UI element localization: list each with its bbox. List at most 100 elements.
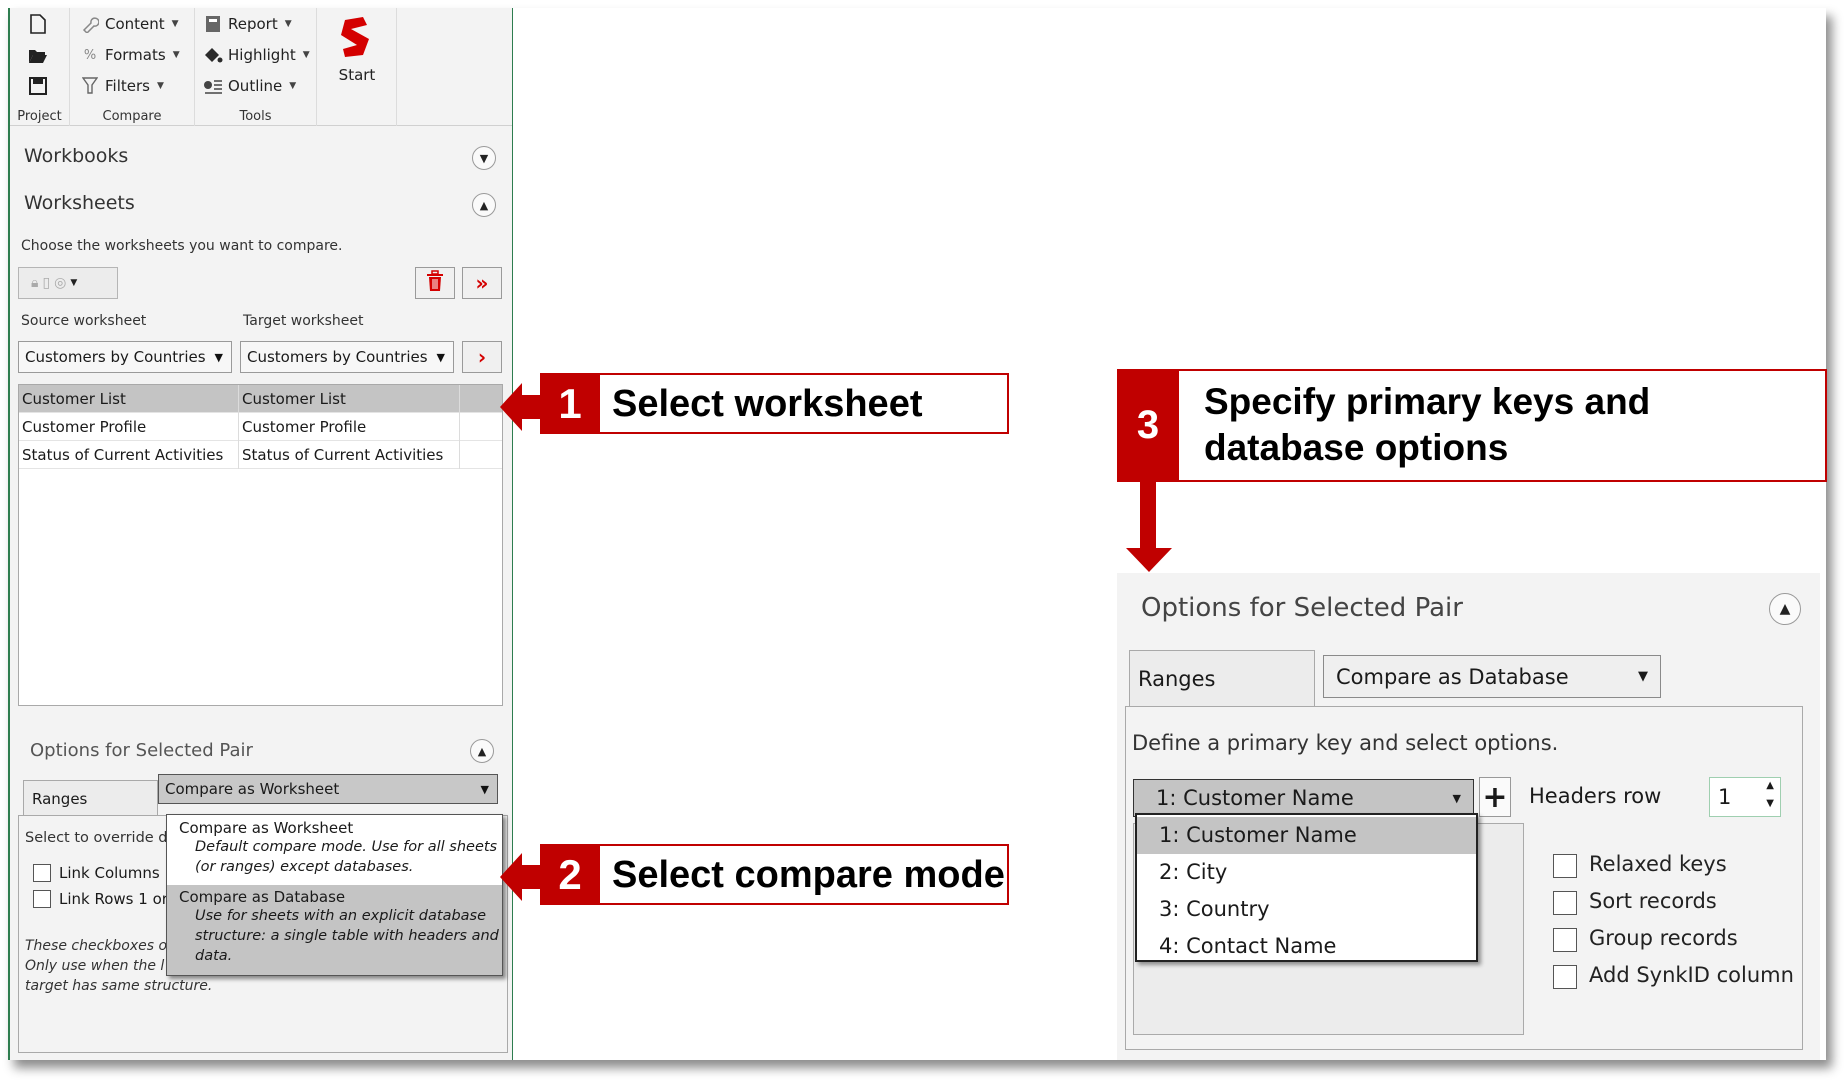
spinner-up-icon[interactable]: ▲	[1766, 778, 1774, 794]
key-option[interactable]: 2: City	[1137, 854, 1476, 891]
ribbon-group-label: Compare	[102, 109, 162, 124]
expand-workbooks-button[interactable]: ▼	[472, 146, 496, 170]
highlight-button[interactable]: Highlight ▼	[203, 45, 310, 65]
new-file-icon	[28, 14, 48, 34]
report-icon	[203, 14, 223, 34]
report-button[interactable]: Report ▼	[203, 14, 292, 34]
callout-1-text: Select worksheet	[612, 383, 923, 425]
spinner-down-icon[interactable]: ▼	[1766, 796, 1774, 812]
callout-1: 1 Select worksheet	[540, 373, 1009, 434]
chevron-down-icon: ▼	[1452, 791, 1461, 805]
outline-button[interactable]: Outline ▼	[203, 76, 296, 96]
synkronizer-task-pane: Project Content ▼ % Formats ▼ Filters ▼ Com…	[8, 8, 513, 1060]
workbooks-section-title: Workbooks	[24, 145, 129, 167]
sheet-state-filter-dropdown[interactable]: 🔒︎ ▯ ◎ ▼	[18, 267, 118, 299]
filters-button[interactable]: Filters ▼	[80, 76, 164, 96]
chevron-down-icon: ▼	[479, 151, 489, 165]
save-icon	[28, 76, 48, 96]
worksheets-section-title: Worksheets	[24, 192, 135, 214]
options-section-title: Options for Selected Pair	[30, 740, 253, 761]
save-project-button[interactable]	[28, 76, 48, 96]
source-worksheet-label: Source worksheet	[21, 313, 147, 329]
chevron-down-icon: ▼	[214, 350, 223, 364]
link-rows-checkbox[interactable]	[33, 890, 51, 908]
primary-key-select[interactable]: 1: Customer Name ▼	[1133, 779, 1474, 817]
collapse-options-button[interactable]: ▲	[470, 739, 494, 763]
callout-3-arrow-icon	[1126, 480, 1172, 572]
headers-row-spinner[interactable]: 1 ▲ ▼	[1709, 777, 1781, 817]
add-key-button[interactable]: +	[1479, 777, 1511, 817]
double-chevron-right-icon: »	[475, 271, 489, 295]
primary-key-dropdown-list: 1: Customer Name 2: City 3: Country 4: C…	[1135, 813, 1478, 962]
key-option[interactable]: 4: Contact Name	[1137, 928, 1476, 965]
target-worksheet-select[interactable]: Customers by Countries ▼	[240, 341, 454, 373]
open-folder-icon	[28, 46, 48, 66]
open-project-button[interactable]	[28, 46, 48, 66]
ribbon-group-label: Project	[17, 109, 62, 124]
content-button[interactable]: Content ▼	[80, 14, 179, 34]
compare-mode-select[interactable]: Compare as Database ▼	[1323, 655, 1661, 698]
formats-button[interactable]: % Formats ▼	[80, 45, 180, 65]
target-worksheet-label: Target worksheet	[243, 313, 364, 329]
sort-records-checkbox[interactable]	[1553, 891, 1577, 915]
tab-ranges[interactable]: Ranges	[23, 780, 158, 816]
outline-icon	[203, 76, 223, 96]
callout-1-number: 1	[540, 373, 600, 434]
format-icon: %	[83, 47, 97, 63]
ribbon-group-label: Tools	[239, 109, 272, 124]
trash-icon	[426, 269, 444, 297]
chevron-up-icon: ▲	[1779, 601, 1791, 617]
wrench-icon	[80, 14, 100, 34]
chevron-up-icon: ▲	[477, 744, 487, 758]
callout-2-number: 2	[540, 844, 600, 905]
source-worksheet-select[interactable]: Customers by Countries ▼	[18, 341, 232, 373]
mode-option-database[interactable]: Compare as Database Use for sheets with …	[167, 885, 502, 975]
mode-option-worksheet[interactable]: Compare as Worksheet Default compare mod…	[167, 819, 502, 883]
worksheets-instruction: Choose the worksheets you want to compar…	[21, 238, 343, 254]
relaxed-keys-checkbox[interactable]	[1553, 854, 1577, 878]
callout-3: 3 Specify primary keys and database opti…	[1117, 369, 1827, 482]
add-synkid-column-checkbox[interactable]	[1553, 965, 1577, 989]
options-section-title: Options for Selected Pair	[1141, 593, 1463, 623]
worksheet-pair-row[interactable]: Status of Current Activities Status of C…	[19, 441, 502, 469]
add-pair-button[interactable]: ›	[462, 341, 502, 373]
collapse-worksheets-button[interactable]: ▲	[472, 193, 496, 217]
hidden-eye-icon: ◎	[54, 275, 67, 291]
synkronizer-logo-icon	[337, 16, 377, 62]
key-option[interactable]: 3: Country	[1137, 891, 1476, 928]
add-all-pairs-button[interactable]: »	[462, 267, 502, 299]
blank-sheet-icon: ▯	[42, 275, 51, 291]
worksheet-pair-row[interactable]: Customer List Customer List	[19, 385, 502, 413]
filter-icon	[80, 76, 100, 96]
compare-mode-dropdown-list: Compare as Worksheet Default compare mod…	[166, 814, 503, 976]
chevron-down-icon: ▼	[70, 278, 78, 288]
callout-2-text: Select compare mode	[612, 854, 1005, 896]
key-option[interactable]: 1: Customer Name	[1137, 817, 1476, 854]
ribbon: Project Content ▼ % Formats ▼ Filters ▼ Com…	[10, 8, 512, 126]
primary-key-instruction: Define a primary key and select options.	[1132, 731, 1559, 755]
callout-3-number: 3	[1117, 369, 1179, 482]
paint-bucket-icon	[203, 45, 223, 65]
ribbon-group-compare: Content ▼ % Formats ▼ Filters ▼ Compare	[70, 8, 195, 126]
chevron-right-icon: ›	[477, 345, 487, 369]
plus-icon: +	[1482, 779, 1508, 815]
callout-2: 2 Select compare mode	[540, 844, 1009, 905]
chevron-down-icon: ▼	[480, 782, 489, 796]
callout-3-text: Specify primary keys and database option…	[1204, 381, 1651, 468]
group-records-checkbox[interactable]	[1553, 928, 1577, 952]
worksheet-pair-row[interactable]: Customer Profile Customer Profile	[19, 413, 502, 441]
compare-mode-select[interactable]: Compare as Worksheet ▼	[158, 774, 498, 804]
chevron-down-icon: ▼	[436, 350, 445, 364]
chevron-down-icon: ▼	[1638, 669, 1648, 684]
new-project-button[interactable]	[28, 14, 48, 34]
options-for-selected-pair-panel: Options for Selected Pair ▲ Ranges Compa…	[1117, 573, 1820, 1060]
link-columns-checkbox[interactable]	[33, 864, 51, 882]
lock-icon: 🔒︎	[31, 275, 39, 291]
start-button[interactable]: Start	[337, 16, 377, 84]
delete-pair-button[interactable]	[415, 267, 455, 299]
tab-ranges[interactable]: Ranges	[1129, 650, 1315, 707]
collapse-options-button[interactable]: ▲	[1769, 593, 1801, 625]
ribbon-group-tools: Report ▼ Highlight ▼ Outline ▼ Tools	[195, 8, 317, 126]
ribbon-group-project: Project	[10, 8, 70, 126]
worksheet-pairs-list: Customer List Customer List Customer Pro…	[18, 384, 503, 706]
